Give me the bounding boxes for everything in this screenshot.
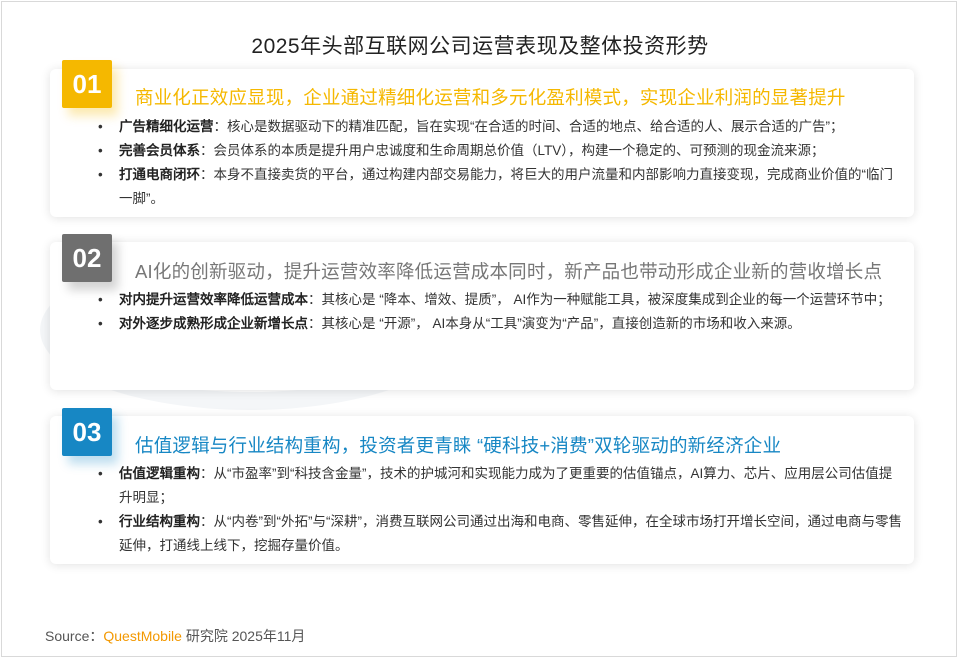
bullet-dot-icon: • (98, 143, 103, 158)
bullet-text: ：从“市盈率”到“科技含金量”，技术的护城河和实现能力成为了更重要的估值锚点，A… (119, 466, 893, 505)
section-bullets-2: • 对内提升运营效率降低运营成本：其核心是 “降本、增效、提质”， AI作为一种… (98, 288, 904, 336)
section-heading-1: 商业化正效应显现，企业通过精细化运营和多元化盈利模式，实现企业利润的显著提升 (135, 87, 846, 108)
section-heading-3: 估值逻辑与行业结构重构，投资者更青睐 “硬科技+消费”双轮驱动的新经济企业 (135, 435, 782, 456)
list-item: • 打通电商闭环：本身不直接卖货的平台，通过构建内部交易能力，将巨大的用户流量和… (98, 163, 904, 211)
source-suffix: 研究院 2025年11月 (181, 628, 306, 644)
bullet-text: ：其核心是 “开源”， AI本身从“工具”演变为“产品”，直接创造新的市场和收入… (308, 316, 801, 331)
page-title: 2025年头部互联网公司运营表现及整体投资形势 (251, 35, 709, 58)
list-item: • 对外逐步成熟形成企业新增长点：其核心是 “开源”， AI本身从“工具”演变为… (98, 312, 904, 336)
bullet-dot-icon: • (98, 316, 103, 331)
bullet-term: 完善会员体系 (119, 143, 200, 158)
bullet-text: ：从“内卷”到“外拓”与“深耕”，消费互联网公司通过出海和电商、零售延伸，在全球… (119, 514, 902, 553)
bullet-term: 打通电商闭环 (119, 167, 200, 182)
bullet-text: ：本身不直接卖货的平台，通过构建内部交易能力，将巨大的用户流量和内部影响力直接变… (119, 167, 893, 206)
section-heading-2: AI化的创新驱动，提升运营效率降低运营成本同时，新产品也带动形成企业新的营收增长… (135, 261, 883, 282)
bullet-term: 对外逐步成熟形成企业新增长点 (119, 316, 308, 331)
section-number-badge-2: 02 (62, 234, 112, 282)
bullet-dot-icon: • (98, 514, 103, 529)
bullet-term: 行业结构重构 (119, 514, 200, 529)
bullet-dot-icon: • (98, 292, 103, 307)
bullet-term: 广告精细化运营 (119, 119, 214, 134)
bullet-text: ：核心是数据驱动下的精准匹配，旨在实现“在合适的时间、合适的地点、给合适的人、展… (213, 119, 844, 134)
section-number-badge-1: 01 (62, 60, 112, 108)
section-bullets-3: • 估值逻辑重构：从“市盈率”到“科技含金量”，技术的护城河和实现能力成为了更重… (98, 462, 904, 558)
bullet-dot-icon: • (98, 119, 103, 134)
bullet-dot-icon: • (98, 466, 103, 481)
section-number-badge-3: 03 (62, 408, 112, 456)
bullet-dot-icon: • (98, 167, 103, 182)
bullet-text: ：会员体系的本质是提升用户忠诚度和生命周期总价值（LTV），构建一个稳定的、可预… (200, 143, 825, 158)
list-item: • 完善会员体系：会员体系的本质是提升用户忠诚度和生命周期总价值（LTV），构建… (98, 139, 904, 163)
source-brand: QuestMobile (103, 628, 182, 644)
bullet-text: ：其核心是 “降本、增效、提质”， AI作为一种赋能工具，被深度集成到企业的每一… (308, 292, 891, 307)
section-bullets-1: • 广告精细化运营：核心是数据驱动下的精准匹配，旨在实现“在合适的时间、合适的地… (98, 115, 904, 211)
source-prefix: Source： (45, 628, 104, 644)
list-item: • 对内提升运营效率降低运营成本：其核心是 “降本、增效、提质”， AI作为一种… (98, 288, 904, 312)
list-item: • 广告精细化运营：核心是数据驱动下的精准匹配，旨在实现“在合适的时间、合适的地… (98, 115, 904, 139)
source-note: Source：QuestMobile 研究院 2025年11月 (45, 626, 305, 646)
list-item: • 估值逻辑重构：从“市盈率”到“科技含金量”，技术的护城河和实现能力成为了更重… (98, 462, 904, 510)
list-item: • 行业结构重构：从“内卷”到“外拓”与“深耕”，消费互联网公司通过出海和电商、… (98, 510, 904, 558)
bullet-term: 对内提升运营效率降低运营成本 (119, 292, 308, 307)
bullet-term: 估值逻辑重构 (119, 466, 200, 481)
